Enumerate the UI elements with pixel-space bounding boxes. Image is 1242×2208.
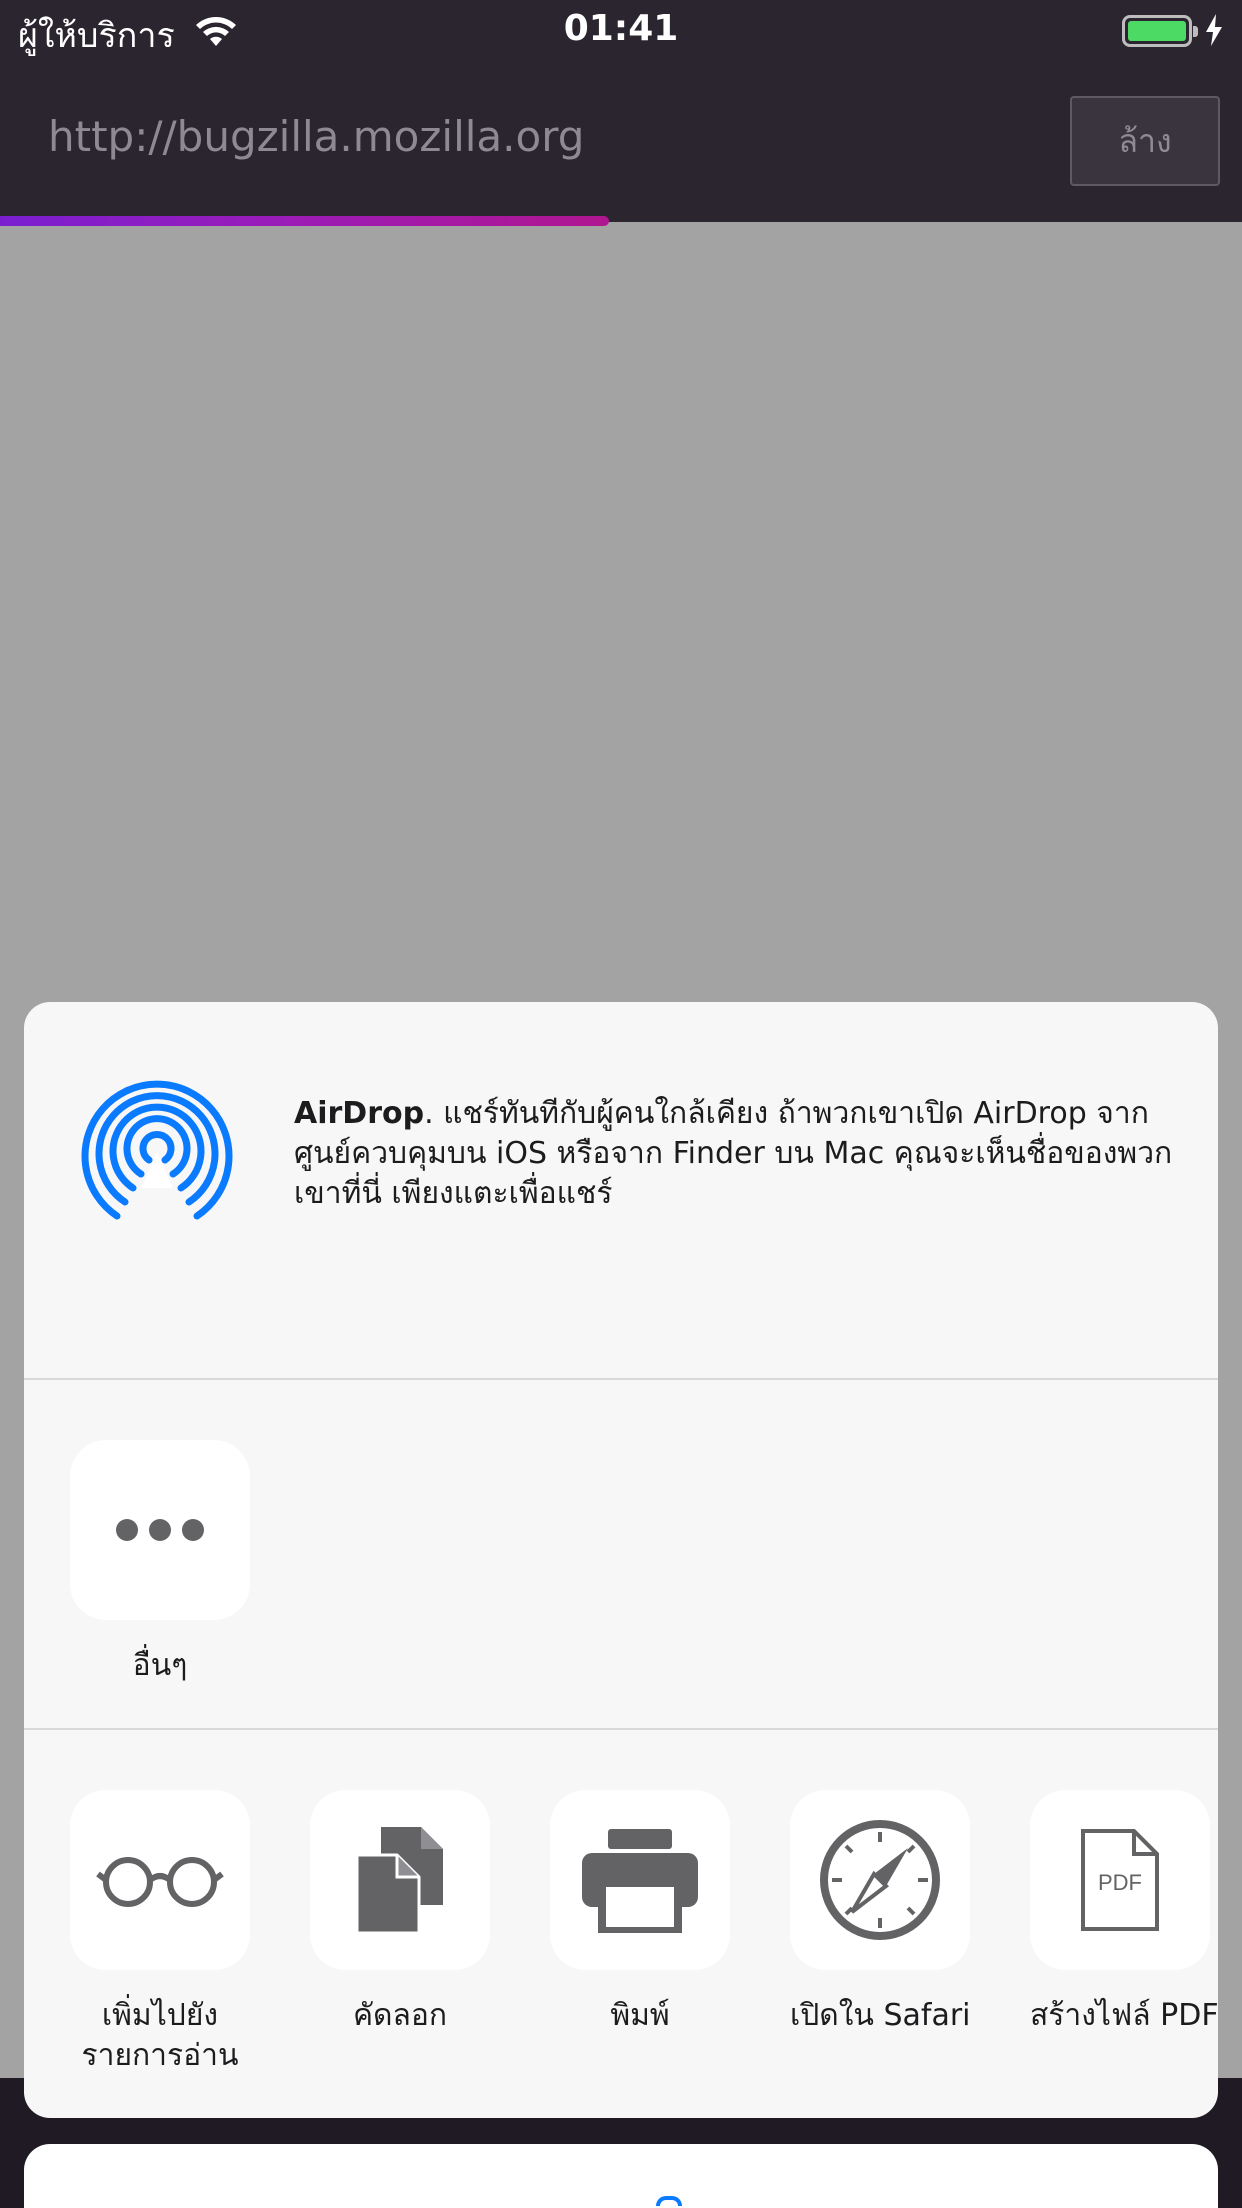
print-icon [582,1829,698,1933]
action-open-in-safari[interactable]: เปิดใน Safari [790,1790,971,2036]
glasses-icon [96,1857,224,1907]
print-tile[interactable] [550,1790,730,1970]
add-to-reading-list-label: เพิ่มไปยัง รายการอ่าน [70,1996,250,2076]
open-in-safari-tile[interactable] [790,1790,970,1970]
cancel-button[interactable] [24,2144,1218,2208]
open-in-safari-label: เปิดใน Safari [790,1998,971,2033]
pdf-file-icon: PDF [1081,1829,1159,1931]
status-bar: ผู้ให้บริการ 01:41 [0,0,1242,62]
clock: 01:41 [563,8,679,49]
safari-compass-icon [820,1820,940,1940]
battery-icon [1122,15,1198,47]
url-text[interactable]: http://bugzilla.mozilla.org [48,112,584,161]
create-pdf-tile[interactable]: PDF [1030,1790,1210,1970]
svg-text:PDF: PDF [1098,1870,1142,1895]
copy-icon [355,1827,443,1935]
action-add-to-reading-list[interactable]: เพิ่มไปยัง รายการอ่าน [70,1790,250,2076]
more-label: อื่นๆ [132,1648,188,1683]
cancel-label-fragment [656,2196,682,2206]
share-sheet: AirDrop. แชร์ทันทีกับผู้คนใกล้เคียง ถ้าพ… [24,1002,1218,2118]
action-create-pdf[interactable]: PDF สร้างไฟล์ PDF [1030,1790,1218,2036]
charging-bolt-icon [1206,14,1222,46]
action-copy[interactable]: คัดลอก [310,1790,490,2036]
print-label: พิมพ์ [610,1998,670,2033]
copy-tile[interactable] [310,1790,490,1970]
airdrop-section: AirDrop. แชร์ทันทีกับผู้คนใกล้เคียง ถ้าพ… [24,1002,1218,1378]
airdrop-title: AirDrop [294,1096,425,1131]
action-print[interactable]: พิมพ์ [550,1790,730,2036]
airdrop-description: AirDrop. แชร์ทันทีกับผู้คนใกล้เคียง ถ้าพ… [294,1094,1174,1214]
page-load-progress-bar [0,216,609,226]
copy-label: คัดลอก [352,1998,448,2033]
more-tile[interactable] [70,1440,250,1620]
airdrop-body: . แชร์ทันทีกับผู้คนใกล้เคียง ถ้าพวกเขาเป… [294,1096,1173,1211]
browser-top-bar: ผู้ให้บริการ 01:41 http://bugzilla.mozil… [0,0,1242,226]
label-line-2: รายการอ่าน [81,2038,239,2073]
add-to-reading-list-tile[interactable] [70,1790,250,1970]
share-app-more[interactable]: อื่นๆ [70,1440,250,1686]
label-line-1: เพิ่มไปยัง [101,1998,219,2033]
divider [24,1378,1218,1380]
clear-button[interactable]: ล้าง [1070,96,1220,186]
divider [24,1728,1218,1730]
airdrop-icon [81,1080,233,1220]
create-pdf-label: สร้างไฟล์ PDF [1030,1998,1218,2033]
more-icon [116,1519,204,1541]
